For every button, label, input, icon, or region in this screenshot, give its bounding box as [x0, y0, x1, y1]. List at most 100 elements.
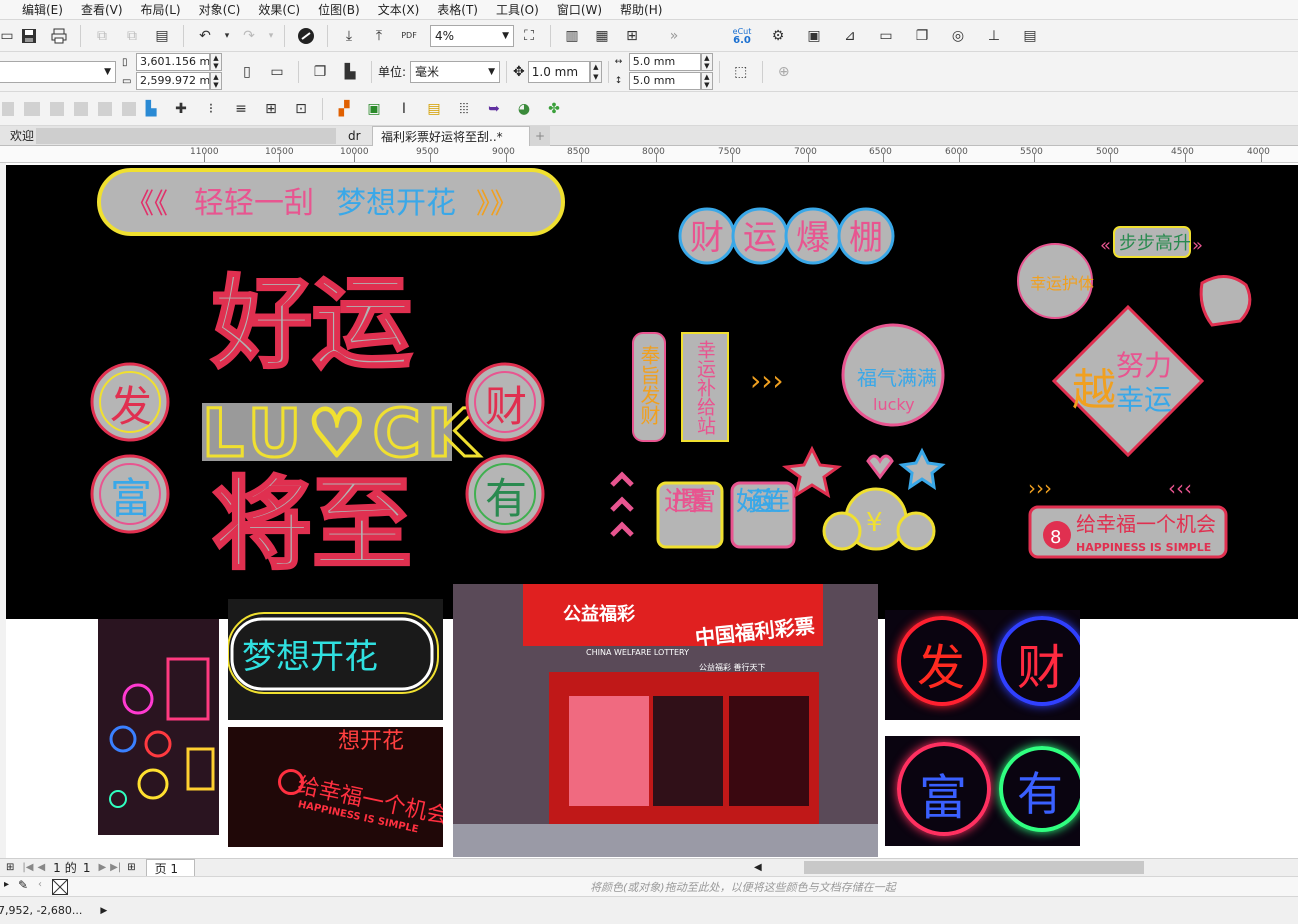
next-page-icon[interactable]: ▶: [98, 862, 106, 873]
photo-neon-collection[interactable]: [98, 619, 219, 835]
show-grid-icon[interactable]: ▦: [589, 23, 615, 49]
paste-icon[interactable]: ▤: [149, 23, 175, 49]
photo-facai-sign[interactable]: 发 财: [885, 610, 1080, 720]
plugin-image-icon[interactable]: ▣: [361, 96, 387, 122]
property-bar: ▼ ▯ 3,601.156 mm ▲▼ ▭ 2,599.972 mm ▲▼ ▯ …: [0, 52, 1298, 92]
menu-item-1[interactable]: 查看(V): [72, 0, 132, 20]
plugin-e-icon[interactable]: ⊞: [258, 96, 284, 122]
menu-item-4[interactable]: 效果(C): [249, 0, 309, 20]
undo-dropdown-icon[interactable]: ▾: [222, 23, 232, 49]
page-size-dropdown[interactable]: ▼: [0, 60, 116, 83]
corel-connect-icon[interactable]: [293, 23, 319, 49]
width-spin-icon[interactable]: ▲ ▼: [210, 53, 222, 71]
dup-x-spin-icon[interactable]: ▲ ▼: [700, 53, 713, 71]
add-tab-button[interactable]: +: [530, 126, 550, 146]
horizontal-scrollbar[interactable]: [804, 861, 1144, 874]
save-icon[interactable]: [16, 23, 42, 49]
all-pages-icon[interactable]: ❐: [307, 59, 333, 85]
status-expand-icon[interactable]: ▶: [100, 906, 107, 916]
plugin-layers-icon[interactable]: ❐: [909, 23, 935, 49]
plugin-shapes-icon[interactable]: ⚙: [765, 23, 791, 49]
menu-item-2[interactable]: 布局(L): [132, 0, 190, 20]
options-icon[interactable]: ⊕: [771, 59, 797, 85]
plugin-c-icon[interactable]: ⁝: [198, 96, 224, 122]
add-page-after-icon[interactable]: ⊞: [127, 862, 135, 873]
photo-fuyou-sign[interactable]: 富 有: [885, 736, 1080, 846]
plugin-arrow-icon[interactable]: ➥: [481, 96, 507, 122]
design-artboard[interactable]: 《《 轻轻一刮 梦想开花 》》 好运 LU♡CK 将至 发 财 富 有 财 运: [6, 165, 1298, 619]
palette-scroll-left-icon[interactable]: ‹: [38, 879, 42, 890]
portrait-icon[interactable]: ▯: [234, 59, 260, 85]
menu-item-0[interactable]: 编辑(E): [0, 0, 72, 20]
plugin-target-icon[interactable]: ◎: [945, 23, 971, 49]
tab-active-document[interactable]: 福利彩票好运将至刮..*: [372, 126, 530, 146]
open-icon[interactable]: ▭: [0, 23, 13, 49]
show-rulers-icon[interactable]: ▥: [559, 23, 585, 49]
first-page-icon[interactable]: |◀: [22, 862, 33, 873]
eyedropper-icon[interactable]: ✎: [18, 878, 28, 892]
plugin-g-icon[interactable]: ▞: [331, 96, 357, 122]
no-color-swatch[interactable]: [52, 879, 68, 895]
page-tab[interactable]: 页 1: [145, 858, 196, 877]
plugin-b-icon[interactable]: ✚: [168, 96, 194, 122]
duplicate-y-input[interactable]: 5.0 mm: [628, 72, 701, 90]
menu-item-3[interactable]: 对象(C): [190, 0, 250, 20]
palette-menu-icon[interactable]: ▸: [4, 879, 9, 890]
import-icon[interactable]: ⤓: [336, 23, 362, 49]
menu-item-5[interactable]: 位图(B): [309, 0, 369, 20]
plugin-puzzle-icon[interactable]: ✤: [541, 96, 567, 122]
copy-icon[interactable]: ⧉: [119, 23, 145, 49]
zoom-level-dropdown[interactable]: 4% ▼: [430, 24, 514, 47]
add-page-before-icon[interactable]: ⊞: [6, 862, 14, 873]
photo-dream-sign[interactable]: 梦想开花: [228, 599, 443, 720]
menu-item-7[interactable]: 表格(T): [428, 0, 487, 20]
menu-item-9[interactable]: 窗口(W): [548, 0, 611, 20]
full-screen-icon[interactable]: ⛶: [516, 23, 542, 49]
duplicate-x-input[interactable]: 5.0 mm: [628, 53, 701, 71]
photo-happiness-sign[interactable]: 想开花 给幸福一个机会 HAPPINESS IS SIMPLE: [228, 727, 443, 847]
prev-page-icon[interactable]: ◀: [37, 862, 45, 873]
redo-dropdown-icon[interactable]: ▾: [266, 23, 276, 49]
plugin-sphere-icon[interactable]: ◕: [511, 96, 537, 122]
page-width-input[interactable]: 3,601.156 mm: [136, 53, 210, 71]
plugin-frame-icon[interactable]: ▣: [801, 23, 827, 49]
plugin-text-icon[interactable]: Ⅰ: [391, 96, 417, 122]
chevron-down-icon: ▼: [104, 66, 111, 77]
landscape-icon[interactable]: ▭: [264, 59, 290, 85]
plugin-barcode-icon[interactable]: ⦙⦙⦙: [451, 96, 477, 122]
plugin-d-icon[interactable]: ≡: [228, 96, 254, 122]
menu-item-8[interactable]: 工具(O): [487, 0, 548, 20]
tab-file1[interactable]: dr: [340, 126, 369, 146]
show-guidelines-icon[interactable]: ⊞: [619, 23, 645, 49]
photo-lottery-store[interactable]: 公益福彩 中国福利彩票 CHINA WELFARE LOTTERY 公益福彩 善…: [453, 584, 878, 857]
hscroll-left-icon[interactable]: ◀: [754, 862, 762, 873]
more-icon[interactable]: »: [661, 23, 687, 49]
current-page-icon[interactable]: ▙: [337, 59, 363, 85]
nudge-spin-icon[interactable]: ▲ ▼: [589, 60, 602, 83]
last-page-icon[interactable]: ▶|: [110, 862, 121, 873]
export-pdf-icon[interactable]: PDF: [396, 23, 422, 49]
export-icon[interactable]: ⤒: [366, 23, 392, 49]
page-height-input[interactable]: 2,599.972 mm: [136, 72, 210, 90]
plugin-ruler-icon[interactable]: ▭: [873, 23, 899, 49]
ecut-plugin-icon[interactable]: eCut 6.0: [729, 23, 755, 49]
plugin-measure-icon[interactable]: ⊿: [837, 23, 863, 49]
plugin-f-icon[interactable]: ⊡: [288, 96, 314, 122]
cut-icon[interactable]: ⧉: [89, 23, 115, 49]
fu-char: 富: [110, 474, 152, 523]
menu-item-10[interactable]: 帮助(H): [611, 0, 671, 20]
dup-y-spin-icon[interactable]: ▲ ▼: [700, 72, 713, 90]
undo-icon[interactable]: ↶: [192, 23, 218, 49]
print-icon[interactable]: [46, 23, 72, 49]
redo-icon[interactable]: ↷: [236, 23, 262, 49]
height-spin-icon[interactable]: ▲ ▼: [210, 72, 222, 90]
plugin-align-icon[interactable]: ⊥: [981, 23, 1007, 49]
snap-to-icon[interactable]: ⬚: [728, 59, 754, 85]
horizontal-ruler[interactable]: 11000 10500 10000 9500 9000 8500 8000 7500 7000 6…: [0, 146, 1298, 163]
nudge-distance-input[interactable]: 1.0 mm: [527, 60, 590, 83]
plugin-list-icon[interactable]: ▤: [421, 96, 447, 122]
plugin-table-icon[interactable]: ▤: [1017, 23, 1043, 49]
unit-dropdown[interactable]: 毫米 ▼: [410, 60, 501, 83]
plugin-a-icon[interactable]: ▙: [138, 96, 164, 122]
menu-item-6[interactable]: 文本(X): [369, 0, 429, 20]
